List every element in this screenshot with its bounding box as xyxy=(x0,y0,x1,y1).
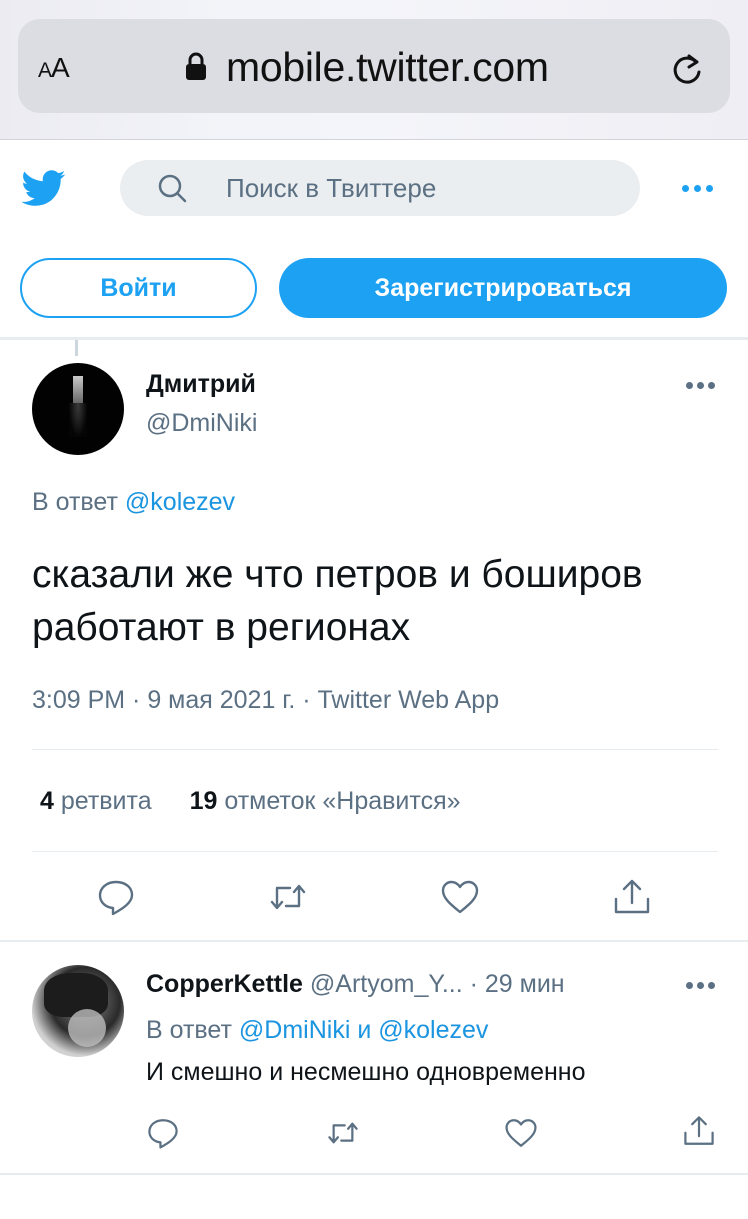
reload-icon[interactable] xyxy=(668,50,706,88)
thread-line xyxy=(75,340,78,356)
author-handle[interactable]: @DmiNiki xyxy=(146,409,257,438)
reply-context: В ответ @kolezev xyxy=(32,488,236,516)
reply-time[interactable]: · 29 мин xyxy=(463,970,565,998)
url-text[interactable]: mobile.twitter.com xyxy=(226,44,549,91)
twitter-header: Поиск в Твиттере xyxy=(0,140,748,240)
more-icon[interactable] xyxy=(682,185,718,195)
signup-button[interactable]: Зарегистрироваться xyxy=(279,258,727,318)
reply-to-link[interactable]: @DmiNiki xyxy=(239,1016,350,1044)
reply-header: CopperKettle @Artyom_Y... · 29 мин xyxy=(146,970,565,999)
reply-text: И смешно и несмешно одновременно xyxy=(146,1058,586,1086)
retweet-icon[interactable] xyxy=(268,877,308,917)
divider xyxy=(32,851,718,852)
more-icon[interactable] xyxy=(686,982,722,992)
reply-icon[interactable] xyxy=(146,1116,180,1150)
search-input[interactable]: Поиск в Твиттере xyxy=(120,160,640,216)
tweet-stats: 4 ретвита 19 отметок «Нравится» xyxy=(40,787,461,816)
reply-author-name[interactable]: CopperKettle xyxy=(146,970,303,998)
reply-context: В ответ @DmiNiki и @kolezev xyxy=(146,1016,489,1044)
text-size-button[interactable]: AA xyxy=(38,52,70,84)
reply-icon[interactable] xyxy=(96,877,136,917)
search-placeholder: Поиск в Твиттере xyxy=(226,173,437,203)
browser-bar: AA mobile.twitter.com xyxy=(0,0,748,140)
likes-stat[interactable]: 19 отметок «Нравится» xyxy=(190,787,461,815)
lock-icon xyxy=(186,52,206,80)
share-icon[interactable] xyxy=(612,877,652,917)
reply-author-handle[interactable]: @Artyom_Y... xyxy=(303,970,463,998)
like-icon[interactable] xyxy=(504,1116,538,1150)
login-button[interactable]: Войти xyxy=(20,258,257,318)
like-icon[interactable] xyxy=(440,877,480,917)
avatar[interactable] xyxy=(32,965,124,1057)
divider xyxy=(0,337,748,340)
tweet-text: сказали же что петров и боширов работают… xyxy=(32,553,643,649)
retweet-icon[interactable] xyxy=(326,1116,360,1150)
more-icon[interactable] xyxy=(686,382,722,392)
tweet-meta[interactable]: 3:09 PM · 9 мая 2021 г. · Twitter Web Ap… xyxy=(32,686,499,715)
author-name[interactable]: Дмитрий xyxy=(146,370,256,399)
divider xyxy=(32,749,718,750)
reply-to-link[interactable]: @kolezev xyxy=(125,488,235,516)
twitter-bird-icon[interactable] xyxy=(20,166,68,210)
reply-to-link[interactable]: @kolezev xyxy=(378,1016,488,1044)
share-icon[interactable] xyxy=(682,1114,716,1148)
divider xyxy=(0,940,748,942)
divider xyxy=(0,1173,748,1175)
retweets-stat[interactable]: 4 ретвита xyxy=(40,787,152,815)
avatar[interactable] xyxy=(32,363,124,455)
search-icon xyxy=(158,174,187,203)
